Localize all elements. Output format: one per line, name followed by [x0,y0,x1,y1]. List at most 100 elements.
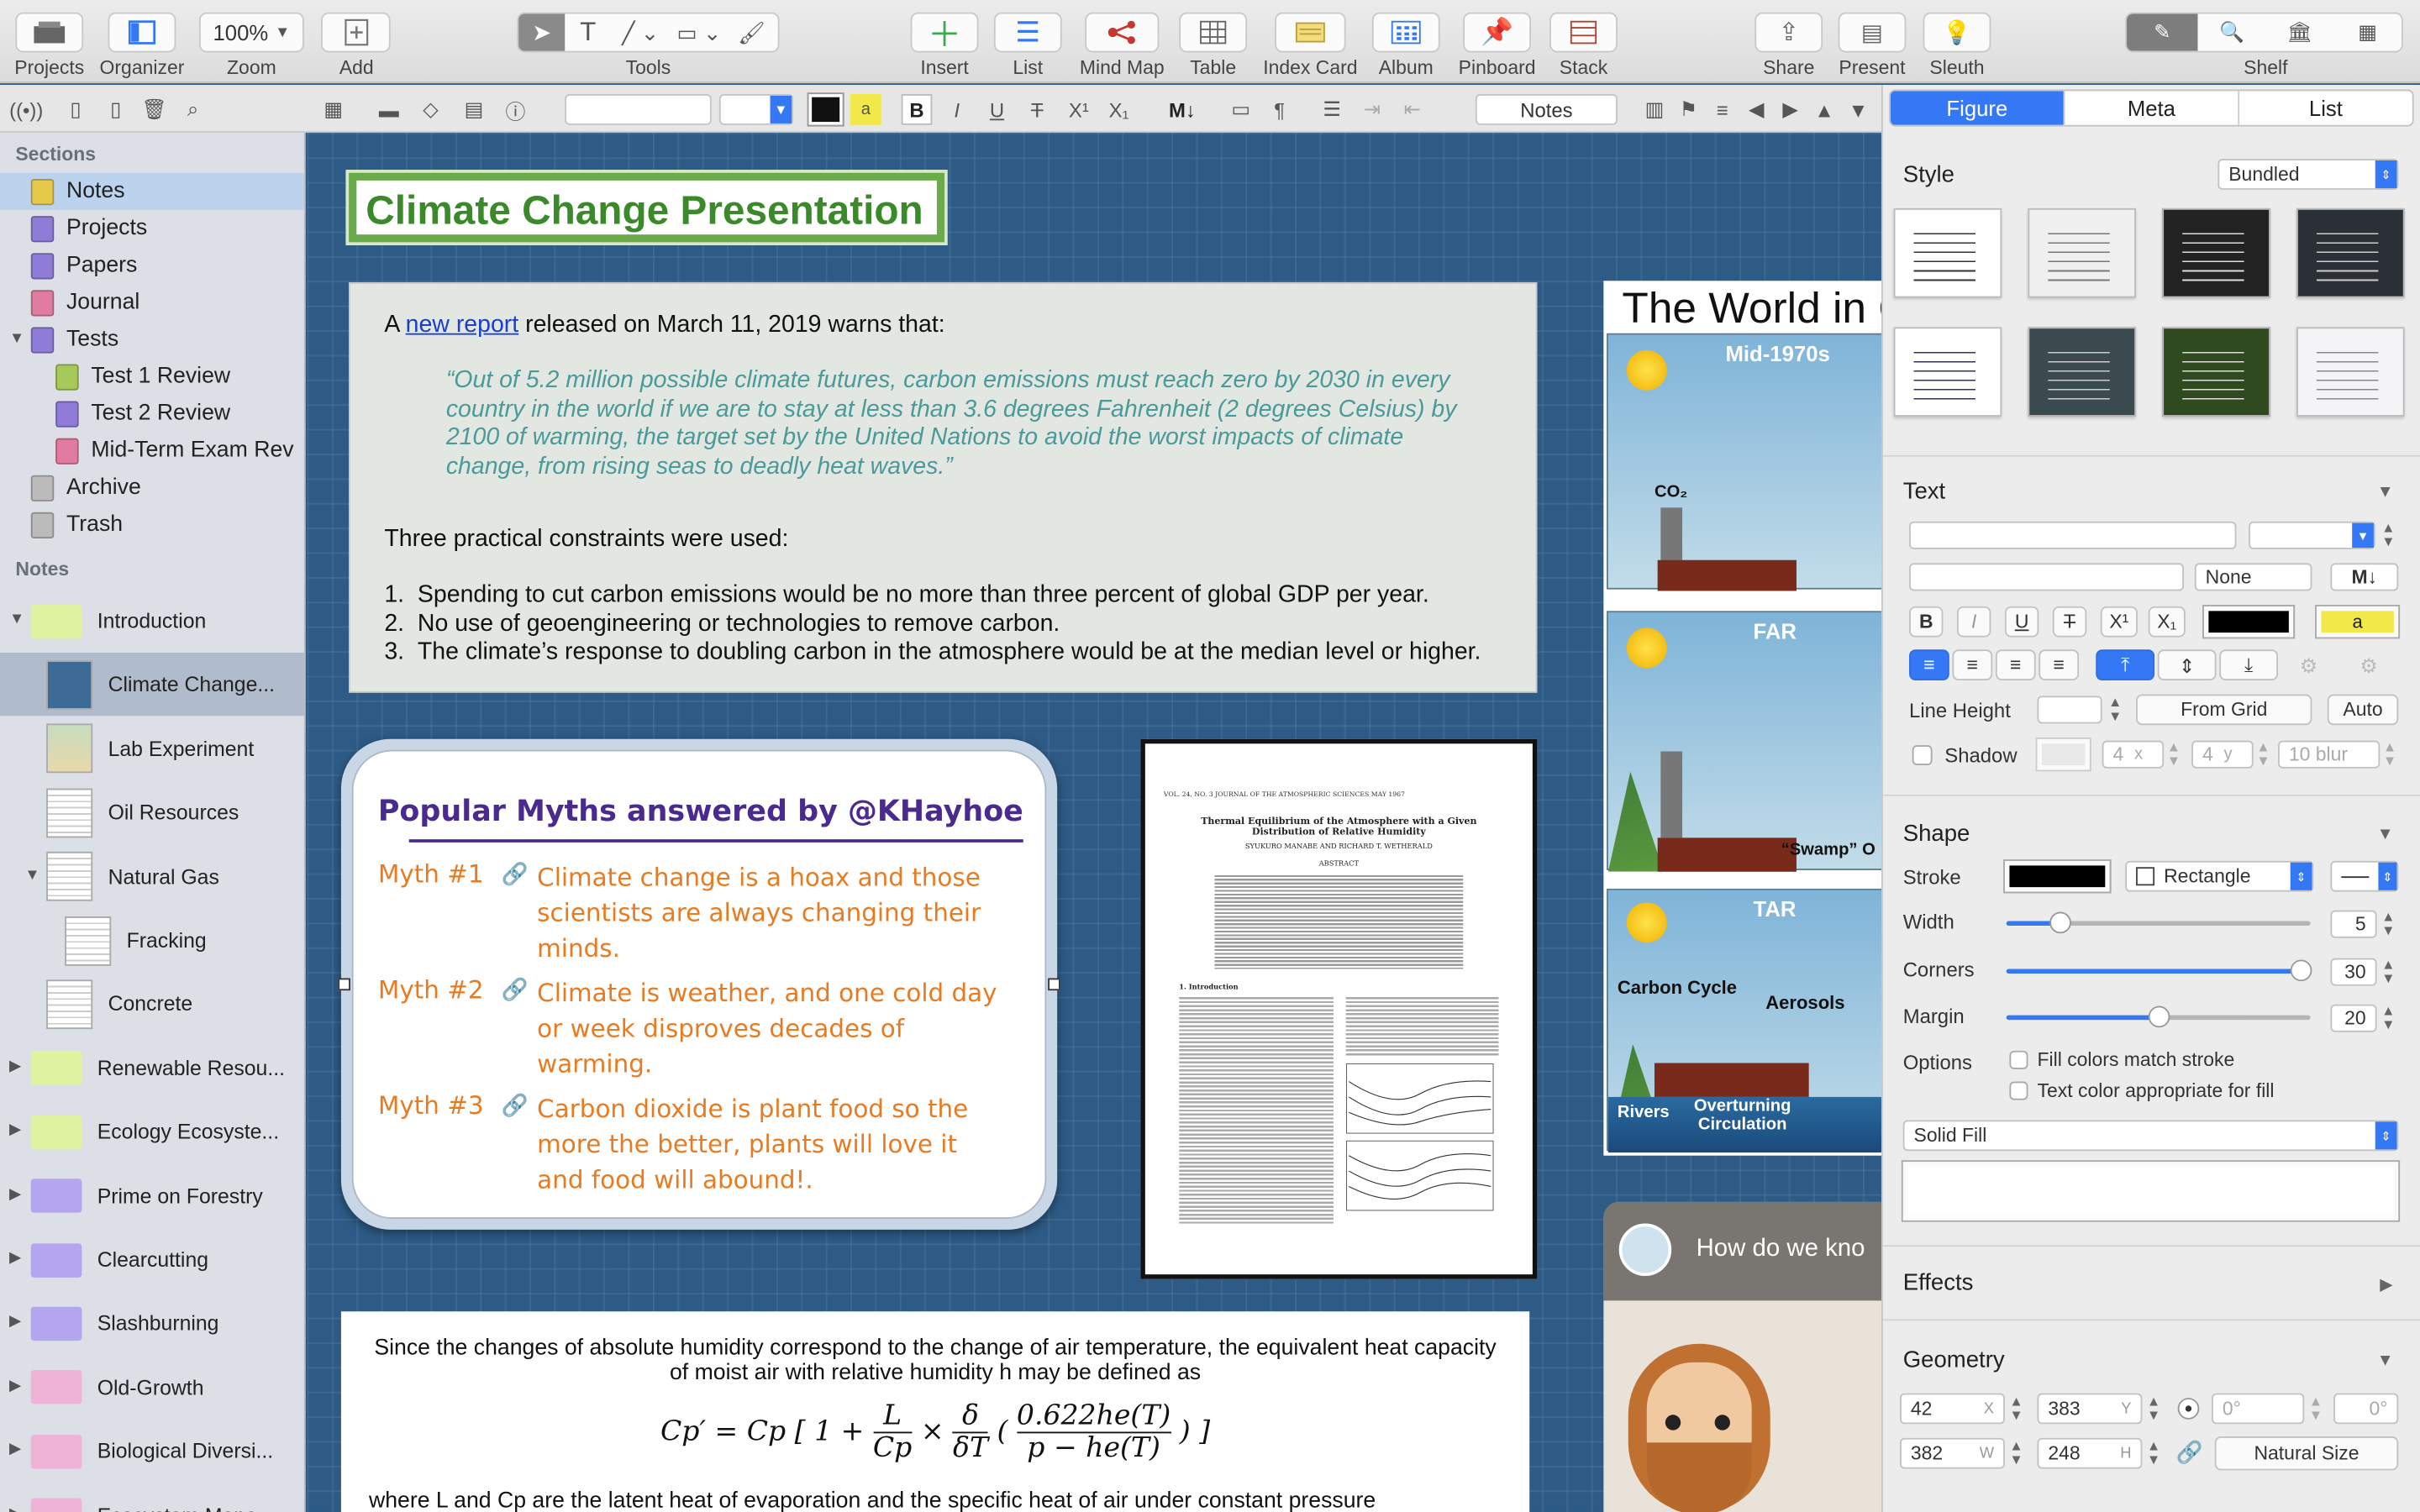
width-field[interactable]: 5 [2330,910,2377,938]
video-embed[interactable]: How do we kno [1603,1201,1881,1512]
columns-icon[interactable]: ▥ [1642,94,1666,125]
index-card-button[interactable] [1275,12,1346,53]
strike-toggle[interactable]: T [2052,606,2087,638]
text-none-field[interactable]: None [2194,563,2312,591]
paragraph-icon[interactable]: ¶ [1265,94,1293,125]
valign-top-button[interactable]: ⤒ [2096,649,2155,680]
list-item[interactable]: Clearcutting [0,1228,304,1291]
shadow-checkbox[interactable] [1912,745,1933,766]
valign-bottom-button[interactable]: ⤓ [2219,649,2279,680]
prev-icon[interactable]: ◀ [1744,94,1769,125]
up-icon[interactable]: ▲ [1812,94,1836,125]
angle-field[interactable]: 0° [2212,1393,2305,1425]
new-note-icon[interactable]: ▯ [61,94,89,125]
note-icon[interactable]: ▤ [460,94,487,125]
myths-frame[interactable]: Popular Myths answered by @KHayhoe Myth … [340,738,1058,1230]
sidebar-item-test-2-review[interactable]: Test 2 Review [0,395,304,432]
natural-size-button[interactable]: Natural Size [2214,1436,2399,1471]
list-item[interactable]: Renewable Resou... [0,1037,304,1100]
superscript-toggle[interactable]: X¹ [2100,606,2138,638]
mindmap-button[interactable] [1085,12,1160,53]
title-box[interactable]: Climate Change Presentation [349,172,945,243]
search-icon[interactable]: ⌕ [179,94,207,125]
report-box[interactable]: A new report released on March 11, 2019 … [349,282,1538,693]
list-item[interactable]: Introduction [0,590,304,653]
list-item[interactable]: Ecosystem Mana... [0,1483,304,1512]
grid-icon[interactable]: ▦ [319,94,347,125]
list-item[interactable]: Natural Gas [0,845,304,908]
bold-button[interactable]: B [901,94,933,125]
geometry-w-stepper[interactable]: ▲ ▼ [2009,1439,2023,1467]
angle2-field[interactable]: 0° [2333,1393,2399,1425]
tab-figure[interactable]: Figure [1890,91,2064,125]
slider-knob[interactable] [2290,959,2312,982]
geometry-w-field[interactable]: 382 W [1900,1437,2005,1469]
new-report-link[interactable]: new report [406,312,519,338]
sidebar-item-trash[interactable]: Trash [0,506,304,543]
link-icon[interactable]: 🔗 [502,977,529,1003]
disclosure-triangle-icon[interactable]: ▼ [24,866,39,883]
subscript-toggle[interactable]: X₁ [2148,606,2186,638]
size-stepper[interactable]: ▲ ▼ [2381,521,2395,549]
fill-match-checkbox[interactable] [2009,1050,2028,1069]
insert-button[interactable]: ＋ [910,12,979,54]
style-select[interactable]: Bundled ⇕ [2217,159,2399,190]
tag-icon[interactable]: ◇ [417,94,445,125]
duplicate-note-icon[interactable]: ▯ [102,94,129,125]
text-color-checkbox[interactable] [2009,1081,2028,1100]
list-item[interactable]: Lab Experiment [0,717,304,780]
info-icon[interactable]: ⓘ [502,94,529,125]
tab-list[interactable]: List [2238,91,2412,125]
italic-toggle[interactable]: I [1956,606,1991,638]
album-button[interactable] [1371,12,1440,53]
geometry-h-field[interactable]: 248 H [2037,1437,2143,1469]
sleuth-button[interactable]: 💡 [1923,12,1991,53]
width-stepper[interactable]: ▲ ▼ [2381,910,2395,938]
notes-field[interactable]: Notes [1475,94,1618,125]
line-tool[interactable]: ╱ ⌄ [611,19,670,45]
pointer-tool[interactable]: ➤ [518,13,566,51]
geometry-h-stepper[interactable]: ▲ ▼ [2147,1439,2160,1467]
disclosure-triangle-icon[interactable]: ▶ [9,1122,21,1139]
disclosure-triangle-icon[interactable]: ▶ [9,1378,21,1394]
world-figure[interactable]: The World in C Mid-1970s CO₂ FAR “Swamp”… [1603,281,1881,1156]
text-color-well[interactable] [807,92,844,127]
rotation-dial[interactable] [2177,1398,2200,1420]
align-left-button[interactable]: ≡ [1909,649,1949,680]
line-height-stepper[interactable]: ▲ ▼ [2108,695,2122,723]
tab-meta[interactable]: Meta [2063,91,2238,125]
table-button[interactable] [1179,12,1248,53]
angle-stepper[interactable]: ▲ ▼ [2309,1394,2323,1422]
sidebar-item-projects[interactable]: Projects [0,210,304,247]
italic-button[interactable]: I [941,94,972,125]
font-size-field[interactable]: ▼ [718,94,794,125]
disclosure-triangle-icon[interactable]: ▶ [9,1505,21,1512]
style-thumbnail[interactable] [2162,327,2270,417]
disclosure-triangle-icon[interactable]: ▶ [9,1441,21,1458]
align-right-button[interactable]: ≡ [1995,649,2036,680]
style-thumbnail[interactable] [2028,207,2137,298]
shadow-blur-stepper[interactable]: ▲ ▼ [2383,740,2396,769]
valign-middle-button[interactable]: ⇕ [2157,649,2217,680]
stroke-color-well[interactable] [2003,859,2112,894]
list-item[interactable]: Fracking [0,909,304,972]
markdown-toggle[interactable]: M↓ [2330,563,2399,591]
style-thumbnail[interactable] [2162,207,2270,298]
markdown-button[interactable]: M↓ [1160,94,1203,125]
disclosure-triangle-icon[interactable]: ▶ [9,1058,21,1075]
shape-select[interactable]: Rectangle ⇕ [2125,860,2314,892]
link-icon[interactable]: 🔗 [2176,1440,2203,1466]
corners-field[interactable]: 30 [2330,958,2377,986]
style-thumbnail[interactable] [1893,207,2002,298]
shelf-calc-tab[interactable]: ▦ [2333,20,2402,45]
shape-tool[interactable]: ▭ ⌄ [670,19,729,45]
auto-button[interactable]: Auto [2327,694,2399,726]
text-color-well[interactable] [2202,604,2296,639]
font-family-field[interactable] [1909,521,2237,549]
line-style-select[interactable]: ⇕ [2330,860,2399,892]
list-item[interactable]: Prime on Forestry [0,1164,304,1227]
line-height-field[interactable] [2037,696,2102,724]
outdent-icon[interactable]: ⇤ [1398,94,1426,125]
list-item[interactable]: Old-Growth [0,1356,304,1419]
underline-toggle[interactable]: U [2004,606,2039,638]
